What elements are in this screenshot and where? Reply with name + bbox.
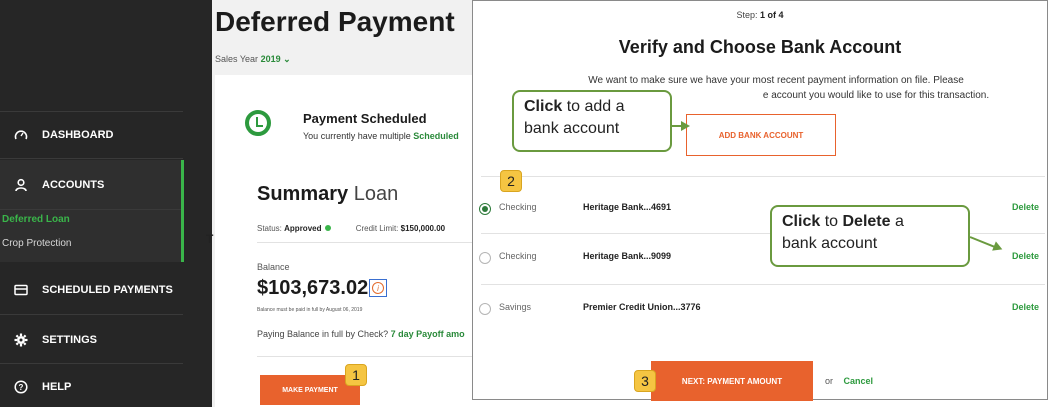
callout-bold: Click bbox=[524, 98, 563, 115]
callout-bold: Click bbox=[782, 213, 821, 230]
summary-heading: Summary Loan bbox=[257, 183, 398, 206]
delete-link[interactable]: Delete bbox=[1012, 202, 1039, 212]
sales-year-label: Sales Year bbox=[215, 54, 259, 64]
cancel-row: or Cancel bbox=[825, 376, 873, 386]
account-name: Heritage Bank...9099 bbox=[583, 251, 672, 261]
credit-limit-value: $150,000.00 bbox=[400, 224, 446, 233]
account-radio-selected[interactable] bbox=[479, 203, 491, 215]
sidebar-item-settings[interactable]: SETTINGS bbox=[0, 316, 183, 364]
callout-text: to bbox=[820, 213, 843, 230]
card-icon bbox=[10, 284, 32, 296]
sidebar-item-label: DASHBOARD bbox=[42, 129, 114, 141]
step-label: Step: bbox=[736, 10, 758, 20]
credit-limit-label: Credit Limit: bbox=[355, 224, 399, 233]
intro-line-1: We want to make sure we have your most r… bbox=[588, 75, 964, 86]
payment-scheduled-text-body: You currently have multiple bbox=[303, 131, 411, 141]
account-radio[interactable] bbox=[479, 303, 491, 315]
info-icon[interactable]: i bbox=[369, 279, 387, 297]
callout-line-1: Click to Delete a bbox=[782, 211, 958, 233]
step-indicator: Step: 1 of 4 bbox=[473, 10, 1047, 20]
account-type: Checking bbox=[499, 251, 537, 261]
payoff-link[interactable]: 7 day Payoff amo bbox=[391, 329, 465, 339]
delete-link[interactable]: Delete bbox=[1012, 251, 1039, 261]
or-text: or bbox=[825, 376, 834, 386]
account-type: Checking bbox=[499, 202, 537, 212]
sidebar-item-label: HELP bbox=[42, 380, 72, 393]
cancel-link[interactable]: Cancel bbox=[844, 376, 874, 386]
edge-text: T bbox=[206, 232, 214, 246]
sidebar-item-label: SETTINGS bbox=[42, 333, 98, 346]
callout-text: to add a bbox=[562, 98, 625, 115]
balance-note: Balance must be paid in full by August 0… bbox=[257, 307, 363, 313]
callout-line-2: bank account bbox=[782, 235, 878, 252]
account-name: Premier Credit Union...3776 bbox=[583, 302, 701, 312]
balance-amount: $103,673.02 bbox=[257, 277, 369, 299]
divider bbox=[481, 176, 1045, 177]
step-badge-1: 1 bbox=[345, 364, 367, 386]
account-row[interactable]: Savings Premier Credit Union...3776 Dele… bbox=[473, 294, 1049, 324]
payment-scheduled-text: You currently have multiple Scheduled bbox=[303, 131, 459, 141]
divider bbox=[481, 284, 1045, 285]
callout-arrow-head bbox=[681, 121, 690, 131]
divider bbox=[257, 356, 472, 357]
next-payment-amount-button[interactable]: NEXT: PAYMENT AMOUNT bbox=[651, 361, 813, 401]
callout-bold: Delete bbox=[842, 213, 891, 230]
page-title: Deferred Payment bbox=[215, 6, 455, 37]
callout-line-1: Click to add a bbox=[524, 96, 660, 118]
help-icon: ? bbox=[10, 379, 32, 394]
sales-year-value[interactable]: 2019 ⌄ bbox=[261, 54, 291, 64]
account-radio[interactable] bbox=[479, 252, 491, 264]
sidebar-item-scheduled-payments[interactable]: SCHEDULED PAYMENTS bbox=[0, 265, 183, 315]
callout-delete-bank-account: Click to Delete a bank account bbox=[770, 205, 970, 267]
callout-add-bank-account: Click to add a bank account bbox=[512, 90, 672, 152]
callout-text: a bbox=[890, 213, 904, 230]
sidebar-item-accounts[interactable]: ACCOUNTS bbox=[0, 160, 183, 210]
svg-text:?: ? bbox=[19, 383, 24, 392]
sidebar-item-dashboard[interactable]: DASHBOARD bbox=[0, 111, 183, 159]
summary-light: Loan bbox=[353, 183, 399, 205]
payoff-text: Paying Balance in full by Check? 7 day P… bbox=[257, 329, 465, 339]
step-badge-2: 2 bbox=[500, 170, 522, 192]
delete-link[interactable]: Delete bbox=[1012, 302, 1039, 312]
sidebar: DASHBOARD ACCOUNTS Deferred Loan Crop Pr… bbox=[0, 0, 212, 407]
account-name: Heritage Bank...4691 bbox=[583, 202, 672, 212]
sidebar-item-help[interactable]: ? HELP bbox=[0, 366, 183, 407]
callout-line-2: bank account bbox=[524, 120, 620, 137]
gear-icon bbox=[10, 333, 32, 347]
account-type: Savings bbox=[499, 302, 532, 312]
status-value: Approved bbox=[284, 224, 322, 233]
sales-year-selector[interactable]: Sales Year 2019 ⌄ bbox=[215, 54, 291, 65]
add-bank-account-button[interactable]: ADD BANK ACCOUNT bbox=[686, 114, 836, 156]
modal-title: Verify and Choose Bank Account bbox=[618, 37, 902, 57]
sidebar-subitem-crop-protection[interactable]: Crop Protection bbox=[2, 238, 71, 249]
status-label: Status: bbox=[257, 224, 282, 233]
balance-label: Balance bbox=[257, 262, 290, 272]
active-indicator bbox=[181, 160, 184, 262]
status-row: Status: Approved Credit Limit: $150,000.… bbox=[257, 224, 445, 233]
step-badge-3: 3 bbox=[634, 370, 656, 392]
bank-account-modal: Step: 1 of 4 Verify and Choose Bank Acco… bbox=[472, 0, 1049, 401]
main-content: Deferred Payment Sales Year 2019 ⌄ Payme… bbox=[212, 0, 472, 407]
user-icon bbox=[10, 178, 32, 192]
sidebar-subitem-deferred-loan[interactable]: Deferred Loan bbox=[2, 214, 70, 225]
divider bbox=[257, 242, 472, 243]
payoff-question: Paying Balance in full by Check? bbox=[257, 329, 389, 339]
dashboard-gauge-icon bbox=[10, 128, 32, 142]
status-dot bbox=[325, 225, 332, 231]
loan-card: Payment Scheduled You currently have mul… bbox=[215, 75, 472, 407]
app-root: DASHBOARD ACCOUNTS Deferred Loan Crop Pr… bbox=[0, 0, 1053, 407]
sidebar-item-label: SCHEDULED PAYMENTS bbox=[42, 283, 173, 296]
step-value: 1 of 4 bbox=[760, 10, 784, 20]
scheduled-check-icon bbox=[245, 110, 271, 136]
sidebar-item-label: ACCOUNTS bbox=[42, 178, 105, 191]
summary-bold: Summary bbox=[257, 183, 349, 205]
scheduled-link[interactable]: Scheduled bbox=[413, 131, 459, 141]
payment-scheduled-title: Payment Scheduled bbox=[303, 111, 427, 126]
